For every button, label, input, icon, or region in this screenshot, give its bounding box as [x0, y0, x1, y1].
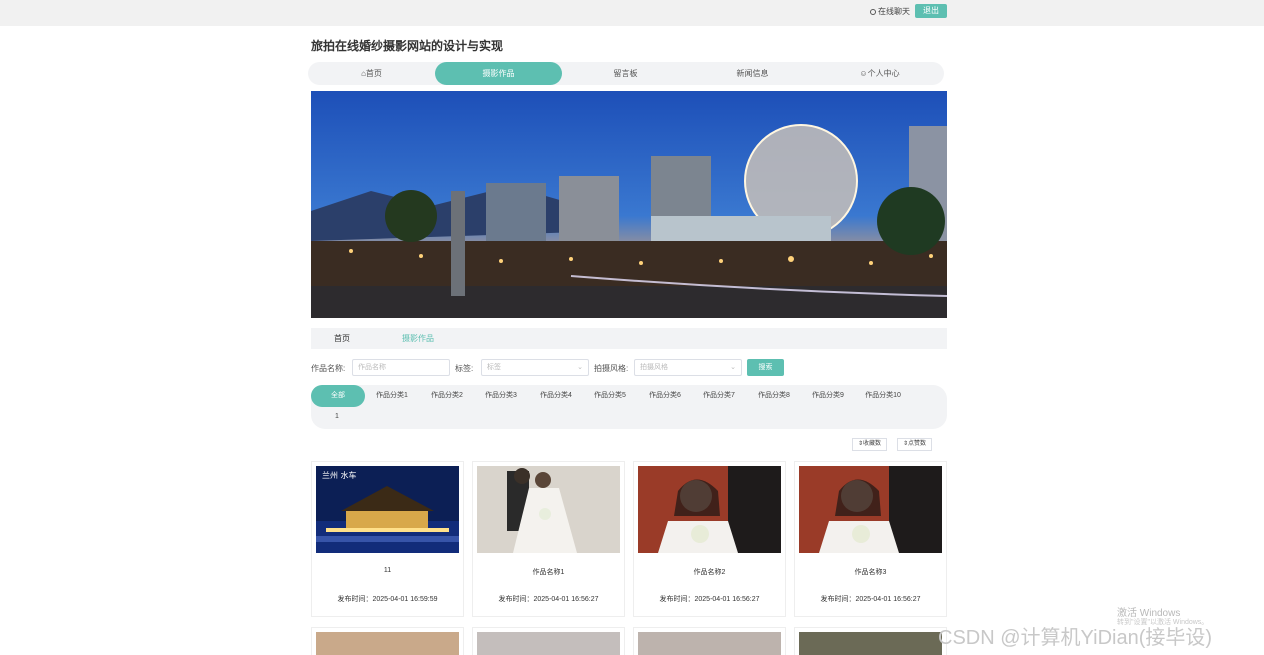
nav-news[interactable]: 新闻信息 [689, 62, 816, 85]
category-page[interactable]: 1 [335, 413, 339, 420]
work-card[interactable] [794, 627, 947, 655]
work-time: 发布时间：2025-04-01 16:56:27 [498, 596, 599, 603]
nav-works[interactable]: 摄影作品 [435, 62, 562, 85]
category-all[interactable]: 全部 [311, 385, 365, 407]
sort-likes-button[interactable]: ⇕点赞数 [897, 438, 933, 451]
work-name: 作品名称2 [693, 569, 726, 576]
style-filter-label: 拍摄风格: [594, 364, 629, 373]
work-card[interactable] [472, 627, 625, 655]
work-image [638, 632, 781, 655]
main-nav: ⌂首页 摄影作品 留言板 新闻信息 ☺个人中心 [308, 62, 944, 85]
search-button[interactable]: 搜索 [747, 359, 784, 376]
category-tab[interactable]: 作品分类3 [474, 385, 528, 407]
chat-icon [870, 9, 876, 15]
category-tab[interactable]: 作品分类10 [856, 385, 910, 407]
work-image [799, 466, 942, 553]
csdn-watermark: CSDN @计算机YiDian(接毕设) [938, 627, 1213, 649]
banner-image [311, 91, 947, 318]
work-card[interactable]: 作品名称1 发布时间：2025-04-01 16:56:27 [472, 461, 625, 617]
work-card[interactable] [633, 627, 786, 655]
work-image [799, 632, 942, 655]
category-tab[interactable]: 作品分类1 [365, 385, 419, 407]
work-image [316, 632, 459, 655]
top-bar: 在线聊天 退出 [0, 0, 1264, 26]
work-card[interactable]: 作品名称3 发布时间：2025-04-01 16:56:27 [794, 461, 947, 617]
chevron-down-icon: ⌄ [730, 364, 736, 371]
breadcrumb: 首页 摄影作品 [311, 328, 947, 349]
work-image: 兰州 水车 [316, 466, 459, 553]
category-tab[interactable]: 作品分类2 [420, 385, 474, 407]
site-title: 旅拍在线婚纱摄影网站的设计与实现 [311, 39, 504, 53]
work-time: 发布时间：2025-04-01 16:56:27 [820, 596, 921, 603]
user-icon: ☺ [859, 69, 868, 78]
sort-favorites-button[interactable]: ⇕收藏数 [852, 438, 888, 451]
work-card[interactable]: 作品名称2 发布时间：2025-04-01 16:56:27 [633, 461, 786, 617]
category-tab[interactable]: 作品分类6 [638, 385, 692, 407]
work-card[interactable] [311, 627, 464, 655]
category-tab[interactable]: 作品分类9 [801, 385, 855, 407]
nav-messages[interactable]: 留言板 [562, 62, 689, 85]
work-name: 作品名称1 [532, 569, 565, 576]
category-tab[interactable]: 作品分类7 [692, 385, 746, 407]
category-tab[interactable]: 作品分类8 [747, 385, 801, 407]
name-filter-label: 作品名称: [311, 364, 346, 373]
nav-profile[interactable]: ☺个人中心 [816, 62, 943, 85]
nav-home[interactable]: ⌂首页 [308, 62, 435, 85]
work-image [477, 632, 620, 655]
tag-filter-select[interactable]: 标签 ⌄ [481, 359, 589, 376]
search-filters: 作品名称: 作品名称 标签: 标签 ⌄ 拍摄风格: 拍摄风格 ⌄ 搜索 [311, 359, 947, 377]
work-image [477, 466, 620, 553]
online-chat-link[interactable]: 在线聊天 [870, 6, 910, 17]
work-time: 发布时间：2025-04-01 16:59:59 [337, 596, 438, 603]
style-filter-select[interactable]: 拍摄风格 ⌄ [634, 359, 742, 376]
category-tab[interactable]: 作品分类5 [583, 385, 637, 407]
breadcrumb-home[interactable]: 首页 [334, 328, 350, 349]
work-image [638, 466, 781, 553]
category-tab[interactable]: 作品分类4 [529, 385, 583, 407]
name-filter-input[interactable]: 作品名称 [352, 359, 450, 376]
logout-button[interactable]: 退出 [915, 4, 947, 18]
category-tabs: 全部 作品分类1 作品分类2 作品分类3 作品分类4 作品分类5 作品分类6 作… [311, 385, 947, 429]
tag-filter-label: 标签: [455, 364, 474, 373]
work-name: 11 [383, 567, 392, 574]
work-time: 发布时间：2025-04-01 16:56:27 [659, 596, 760, 603]
work-name: 作品名称3 [854, 569, 887, 576]
breadcrumb-current: 摄影作品 [402, 334, 434, 343]
work-card[interactable]: 兰州 水车 11 发布时间：2025-04-01 16:59:59 [311, 461, 464, 617]
svg-text:兰州 水车: 兰州 水车 [322, 470, 357, 480]
chevron-down-icon: ⌄ [577, 364, 583, 371]
